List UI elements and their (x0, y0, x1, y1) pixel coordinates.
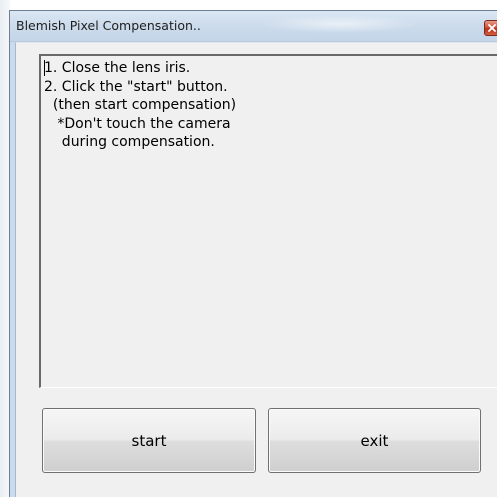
exit-button[interactable]: exit (268, 408, 481, 473)
instructions-textbox[interactable]: 1. Close the lens iris. 2. Click the "st… (39, 54, 497, 388)
dialog-client-area: 1. Close the lens iris. 2. Click the "st… (15, 42, 497, 497)
title-bar[interactable]: Blemish Pixel Compensation.. (10, 11, 497, 42)
dialog-window: Blemish Pixel Compensation.. 1. Close th… (9, 10, 497, 497)
start-button[interactable]: start (42, 408, 256, 473)
close-icon (488, 24, 496, 32)
instructions-text: 1. Close the lens iris. 2. Click the "st… (44, 60, 237, 150)
close-button[interactable] (484, 20, 497, 36)
screen: Blemish Pixel Compensation.. 1. Close th… (0, 0, 497, 497)
window-title: Blemish Pixel Compensation.. (16, 18, 201, 33)
